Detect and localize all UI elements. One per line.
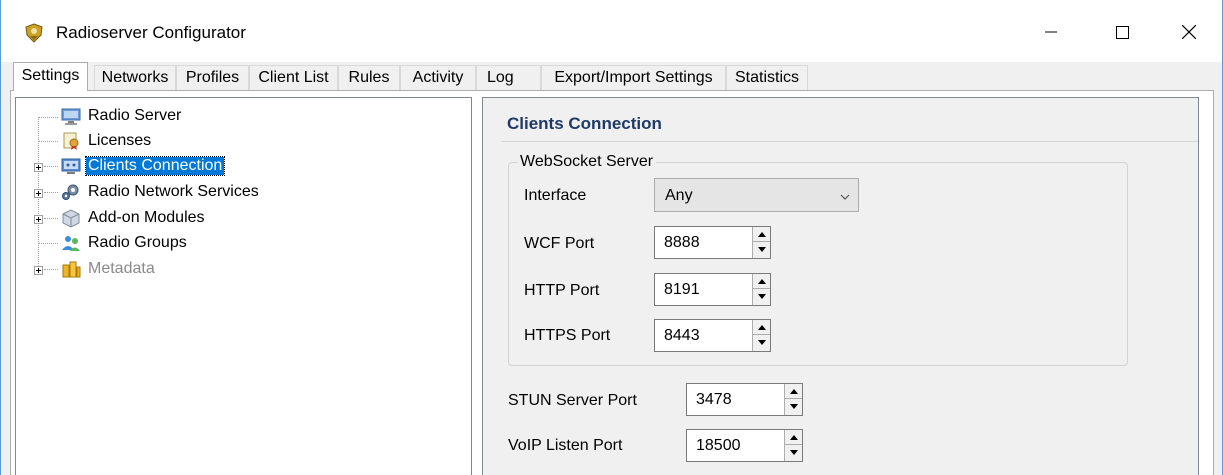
voip-port-label: VoIP Listen Port <box>508 437 623 454</box>
https-port-value[interactable]: 8443 <box>664 327 700 345</box>
network-services-icon <box>60 182 82 202</box>
tab-rules[interactable]: Rules <box>338 65 400 90</box>
stun-port-label: STUN Server Port <box>508 392 637 409</box>
stun-port-value[interactable]: 3478 <box>696 391 732 409</box>
tab-client-list[interactable]: Client List <box>249 65 338 90</box>
close-button[interactable] <box>1166 14 1212 50</box>
tree-item-clients-connection[interactable]: Clients Connection <box>16 156 316 178</box>
maximize-button[interactable] <box>1099 14 1145 50</box>
spin-buttons <box>784 430 802 461</box>
tree-item-licenses[interactable]: Licenses <box>16 131 316 153</box>
voip-port-value[interactable]: 18500 <box>696 437 741 455</box>
tree-item-radio-network-services[interactable]: Radio Network Services <box>16 182 316 204</box>
expand-icon[interactable] <box>34 215 43 224</box>
tree-item-add-on-modules[interactable]: Add-on Modules <box>16 208 316 230</box>
title-divider <box>501 141 1198 142</box>
tree-item-label: Add-on Modules <box>88 209 205 226</box>
settings-tree[interactable]: Radio Server Licenses Clients Connection… <box>15 97 472 475</box>
metadata-icon <box>60 259 82 279</box>
spin-buttons <box>752 274 770 305</box>
tree-item-metadata[interactable]: Metadata <box>16 259 316 281</box>
https-port-stepper[interactable]: 8443 <box>654 319 771 352</box>
tree-item-label: Metadata <box>88 260 155 277</box>
tree-item-radio-groups[interactable]: Radio Groups <box>16 233 316 255</box>
stun-port-stepper[interactable]: 3478 <box>686 383 803 416</box>
https-port-label: HTTPS Port <box>524 327 611 344</box>
modules-icon <box>60 208 82 228</box>
app-logo-icon <box>23 22 45 44</box>
tree-item-label: Radio Server <box>88 107 182 124</box>
tree-item-label: Radio Network Services <box>88 183 259 200</box>
groups-icon <box>60 233 82 253</box>
spin-down-icon[interactable] <box>753 335 770 350</box>
title-bar: Radioserver Configurator <box>1 0 1222 62</box>
websocket-server-legend: WebSocket Server <box>517 153 657 171</box>
wcf-port-stepper[interactable]: 8888 <box>654 226 771 259</box>
http-port-label: HTTP Port <box>524 282 600 299</box>
spin-buttons <box>752 320 770 351</box>
expand-icon[interactable] <box>34 163 43 172</box>
tree-item-label: Clients Connection <box>84 156 226 176</box>
spin-buttons <box>752 227 770 258</box>
license-icon <box>60 131 82 151</box>
minimize-icon <box>1045 31 1057 33</box>
spin-down-icon[interactable] <box>753 242 770 257</box>
tab-statistics[interactable]: Statistics <box>726 65 808 90</box>
expand-icon[interactable] <box>34 189 43 198</box>
tab-activity[interactable]: Activity <box>400 65 476 90</box>
spin-down-icon[interactable] <box>785 399 802 414</box>
tree-item-radio-server[interactable]: Radio Server <box>16 106 316 128</box>
spin-up-icon[interactable] <box>753 320 770 335</box>
tab-export-import-settings[interactable]: Export/Import Settings <box>541 65 726 90</box>
app-window: Radioserver Configurator Settings Networ… <box>0 0 1223 475</box>
wcf-port-label: WCF Port <box>524 235 595 252</box>
maximize-icon <box>1115 25 1129 39</box>
interface-label: Interface <box>524 187 587 204</box>
minimize-button[interactable] <box>1028 14 1074 50</box>
interface-select[interactable]: Any <box>654 178 859 212</box>
tab-log[interactable]: Log <box>476 65 541 90</box>
spin-buttons <box>784 384 802 415</box>
tab-networks[interactable]: Networks <box>94 65 176 90</box>
spin-up-icon[interactable] <box>753 227 770 242</box>
panel-title: Clients Connection <box>507 114 662 133</box>
clients-icon <box>60 156 82 176</box>
tree-item-label: Radio Groups <box>88 234 187 251</box>
spin-up-icon[interactable] <box>785 384 802 399</box>
chevron-down-icon <box>840 189 850 207</box>
tab-settings[interactable]: Settings <box>13 62 88 91</box>
spin-down-icon[interactable] <box>785 445 802 460</box>
server-icon <box>60 106 82 126</box>
voip-port-stepper[interactable]: 18500 <box>686 429 803 462</box>
spin-up-icon[interactable] <box>785 430 802 445</box>
window-title: Radioserver Configurator <box>56 23 246 42</box>
wcf-port-value[interactable]: 8888 <box>664 234 700 252</box>
interface-value: Any <box>665 187 693 204</box>
tree-item-label: Licenses <box>88 132 152 149</box>
http-port-stepper[interactable]: 8191 <box>654 273 771 306</box>
spin-down-icon[interactable] <box>753 289 770 304</box>
http-port-value[interactable]: 8191 <box>664 281 700 299</box>
tab-strip: Settings Networks Profiles Client List R… <box>1 62 1222 91</box>
expand-icon[interactable] <box>34 266 43 275</box>
spin-up-icon[interactable] <box>753 274 770 289</box>
close-icon <box>1182 25 1196 39</box>
tab-profiles[interactable]: Profiles <box>176 65 249 90</box>
